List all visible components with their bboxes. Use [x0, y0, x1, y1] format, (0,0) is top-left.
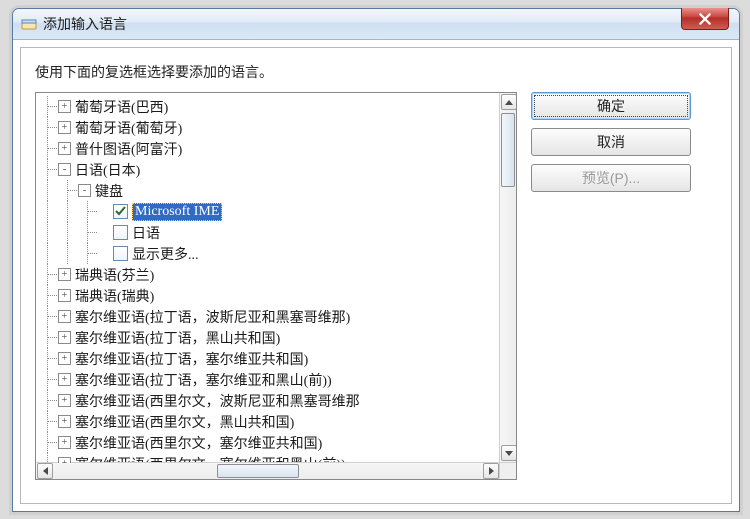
expand-icon[interactable]: +: [58, 310, 71, 323]
tree-item-label: 瑞典语(芬兰): [75, 265, 154, 285]
scroll-thumb-vertical[interactable]: [501, 113, 515, 187]
tree-item-label: 日语: [132, 223, 160, 243]
tree-item[interactable]: + 塞尔维亚语(拉丁语，黑山共和国): [38, 327, 500, 348]
expand-icon[interactable]: +: [58, 436, 71, 449]
tree-item[interactable]: -日语(日本): [38, 159, 500, 180]
client-area: 使用下面的复选框选择要添加的语言。 + 葡萄牙语(巴西) + 葡萄牙语(葡萄牙) + 普什…: [20, 47, 732, 504]
ok-button[interactable]: 确定: [531, 92, 691, 120]
collapse-icon[interactable]: -: [58, 163, 71, 176]
tree-item[interactable]: + 塞尔维亚语(拉丁语，塞尔维亚共和国): [38, 348, 500, 369]
tree-item-label: 日语(日本): [75, 160, 140, 180]
expand-icon[interactable]: +: [58, 394, 71, 407]
scroll-up-button[interactable]: [501, 94, 517, 110]
checkbox[interactable]: [113, 246, 128, 261]
tree-item-label: 葡萄牙语(巴西): [75, 97, 168, 117]
tree-item-label: 塞尔维亚语(拉丁语，塞尔维亚共和国): [75, 349, 308, 369]
tree-item[interactable]: + 瑞典语(瑞典): [38, 285, 500, 306]
expand-icon[interactable]: +: [58, 373, 71, 386]
preview-button: 预览(P)...: [531, 164, 691, 192]
titlebar[interactable]: 添加输入语言: [13, 9, 739, 40]
expand-icon[interactable]: +: [58, 289, 71, 302]
expand-icon[interactable]: +: [58, 457, 71, 463]
scrollbar-corner: [499, 462, 516, 479]
app-icon: [21, 16, 37, 32]
tree-item[interactable]: + 瑞典语(芬兰): [38, 264, 500, 285]
tree-item-label: 塞尔维亚语(西里尔文，塞尔维亚共和国): [75, 433, 322, 453]
tree-item-label: 葡萄牙语(葡萄牙): [75, 118, 182, 138]
instruction-text: 使用下面的复选框选择要添加的语言。: [35, 62, 717, 82]
tree-item-label: 瑞典语(瑞典): [75, 286, 154, 306]
window-title: 添加输入语言: [43, 14, 127, 34]
tree-item[interactable]: + 塞尔维亚语(拉丁语，波斯尼亚和黑塞哥维那): [38, 306, 500, 327]
tree-item-label: 塞尔维亚语(拉丁语，波斯尼亚和黑塞哥维那): [75, 307, 350, 327]
collapse-icon[interactable]: -: [78, 184, 91, 197]
button-column: 确定 取消 预览(P)...: [531, 92, 691, 192]
tree-item-label: Microsoft IME: [132, 203, 222, 221]
language-tree[interactable]: +葡萄牙语(巴西)+葡萄牙语(葡萄牙)+普什图语(阿富汗)-日语(日本)-键盘M…: [35, 92, 517, 480]
close-icon: [698, 12, 712, 26]
tree-item-label: 塞尔维亚语(拉丁语，塞尔维亚和黑山(前)): [75, 370, 332, 390]
tree-item[interactable]: + 塞尔维亚语(西里尔文，黑山共和国): [38, 411, 500, 432]
tree-item[interactable]: -键盘: [38, 180, 500, 201]
tree-checkbox-item[interactable]: Microsoft IME: [38, 201, 500, 222]
expand-icon[interactable]: +: [58, 415, 71, 428]
expand-icon[interactable]: +: [58, 100, 71, 113]
tree-checkbox-item[interactable]: 显示更多...: [38, 243, 500, 264]
expand-icon[interactable]: +: [58, 268, 71, 281]
checkbox[interactable]: [113, 204, 128, 219]
add-input-language-dialog: 添加输入语言 使用下面的复选框选择要添加的语言。 + 葡萄牙语(巴西) + 葡萄牙语(…: [12, 8, 740, 512]
tree-item[interactable]: + 塞尔维亚语(西里尔文，塞尔维亚共和国): [38, 432, 500, 453]
tree-item-label: 塞尔维亚语(西里尔文，黑山共和国): [75, 412, 294, 432]
expand-icon[interactable]: +: [58, 142, 71, 155]
tree-item[interactable]: + 普什图语(阿富汗): [38, 138, 500, 159]
tree-item[interactable]: + 葡萄牙语(葡萄牙): [38, 117, 500, 138]
checkbox[interactable]: [113, 225, 128, 240]
tree-item-label: 塞尔维亚语(西里尔文，波斯尼亚和黑塞哥维那: [75, 391, 360, 411]
tree-checkbox-item[interactable]: 日语: [38, 222, 500, 243]
scroll-thumb-horizontal[interactable]: [217, 464, 299, 478]
tree-item-label: 显示更多...: [132, 244, 199, 264]
tree-item[interactable]: + 葡萄牙语(巴西): [38, 96, 500, 117]
scroll-down-button[interactable]: [501, 445, 517, 461]
vertical-scrollbar[interactable]: [499, 93, 516, 463]
expand-icon[interactable]: +: [58, 121, 71, 134]
expand-icon[interactable]: +: [58, 331, 71, 344]
cancel-button[interactable]: 取消: [531, 128, 691, 156]
tree-item-label: 普什图语(阿富汗): [75, 139, 182, 159]
close-button[interactable]: [681, 8, 729, 30]
horizontal-scrollbar[interactable]: [36, 462, 500, 479]
tree-item-label: 键盘: [95, 181, 123, 201]
scroll-right-button[interactable]: [483, 463, 499, 479]
tree-item[interactable]: + 塞尔维亚语(拉丁语，塞尔维亚和黑山(前)): [38, 369, 500, 390]
tree-item-label: 塞尔维亚语(拉丁语，黑山共和国): [75, 328, 280, 348]
expand-icon[interactable]: +: [58, 352, 71, 365]
scroll-left-button[interactable]: [37, 463, 53, 479]
tree-item[interactable]: + 塞尔维亚语(西里尔文，波斯尼亚和黑塞哥维那: [38, 390, 500, 411]
